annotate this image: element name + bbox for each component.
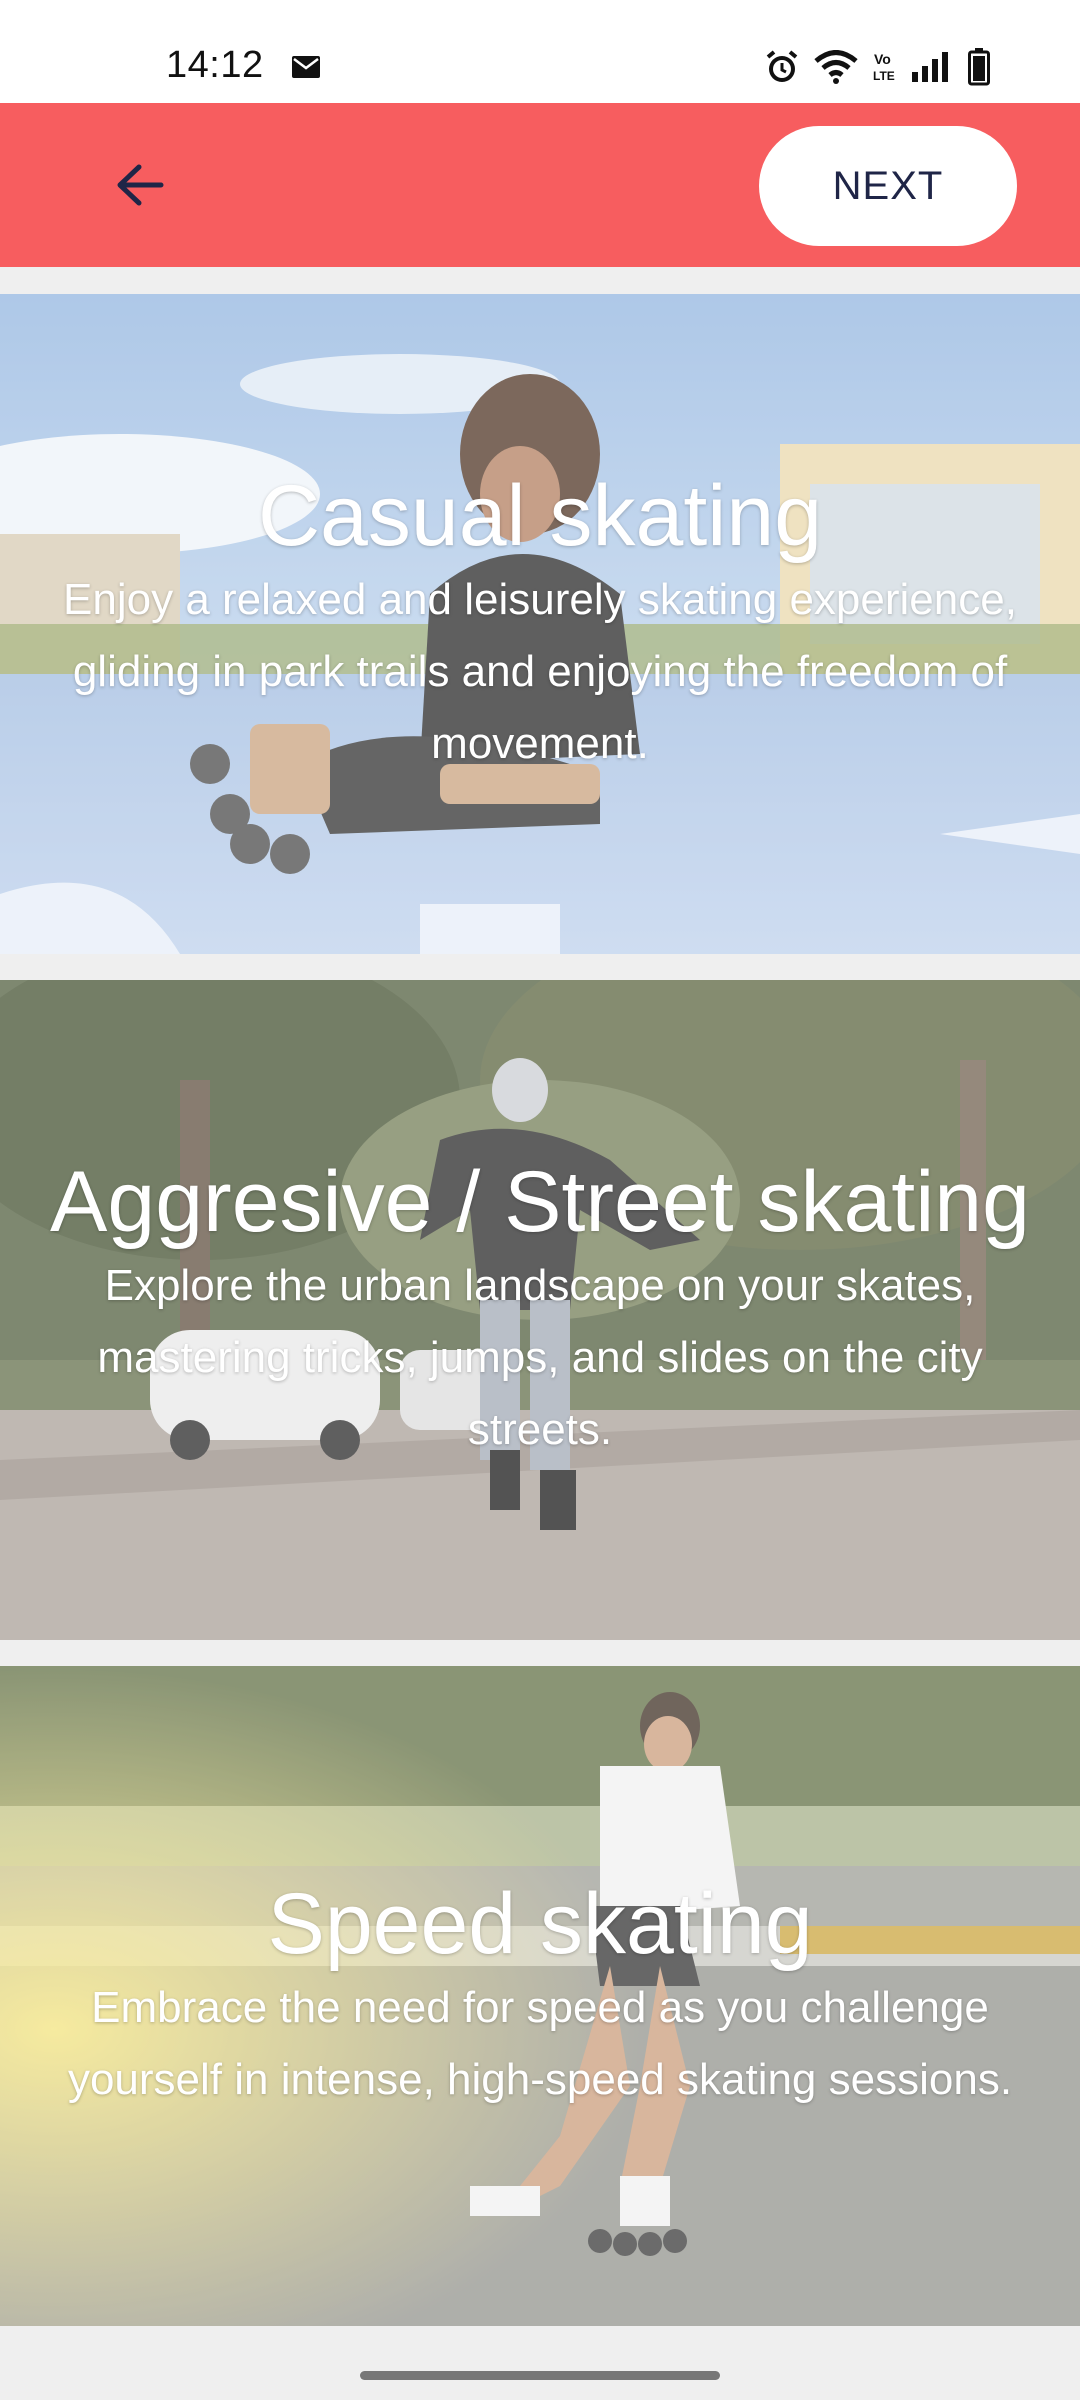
card-title: Speed skating bbox=[267, 1876, 813, 1972]
back-button[interactable] bbox=[100, 150, 180, 220]
next-button[interactable]: NEXT bbox=[759, 126, 1017, 246]
volte-icon: Vo LTE bbox=[873, 51, 895, 83]
mail-icon bbox=[292, 56, 320, 78]
status-time: 14:12 bbox=[166, 44, 264, 86]
card-speed-skating[interactable]: Speed skating Embrace the need for speed… bbox=[0, 1666, 1080, 2326]
card-casual-skating[interactable]: Casual skating Enjoy a relaxed and leisu… bbox=[0, 294, 1080, 954]
battery-icon bbox=[968, 48, 990, 86]
alarm-icon bbox=[766, 50, 798, 82]
card-title: Aggresive / Street skating bbox=[50, 1154, 1030, 1250]
svg-text:Vo: Vo bbox=[874, 51, 891, 67]
wifi-icon bbox=[814, 50, 858, 84]
signal-icon bbox=[912, 52, 948, 82]
home-indicator[interactable] bbox=[360, 2371, 720, 2380]
card-title: Casual skating bbox=[257, 468, 823, 564]
card-description: Explore the urban landscape on your skat… bbox=[97, 1261, 983, 1454]
card-street-skating[interactable]: Aggresive / Street skating Explore the u… bbox=[0, 980, 1080, 1640]
card-description: Embrace the need for speed as you challe… bbox=[67, 1983, 1013, 2104]
status-icons: Vo LTE bbox=[764, 48, 990, 86]
svg-text:LTE: LTE bbox=[873, 69, 895, 83]
app-bar: NEXT bbox=[0, 103, 1080, 267]
arrow-left-icon bbox=[117, 164, 164, 206]
card-description: Enjoy a relaxed and leisurely skating ex… bbox=[63, 575, 1017, 768]
status-bar: 14:12 Vo LTE bbox=[0, 0, 1080, 103]
